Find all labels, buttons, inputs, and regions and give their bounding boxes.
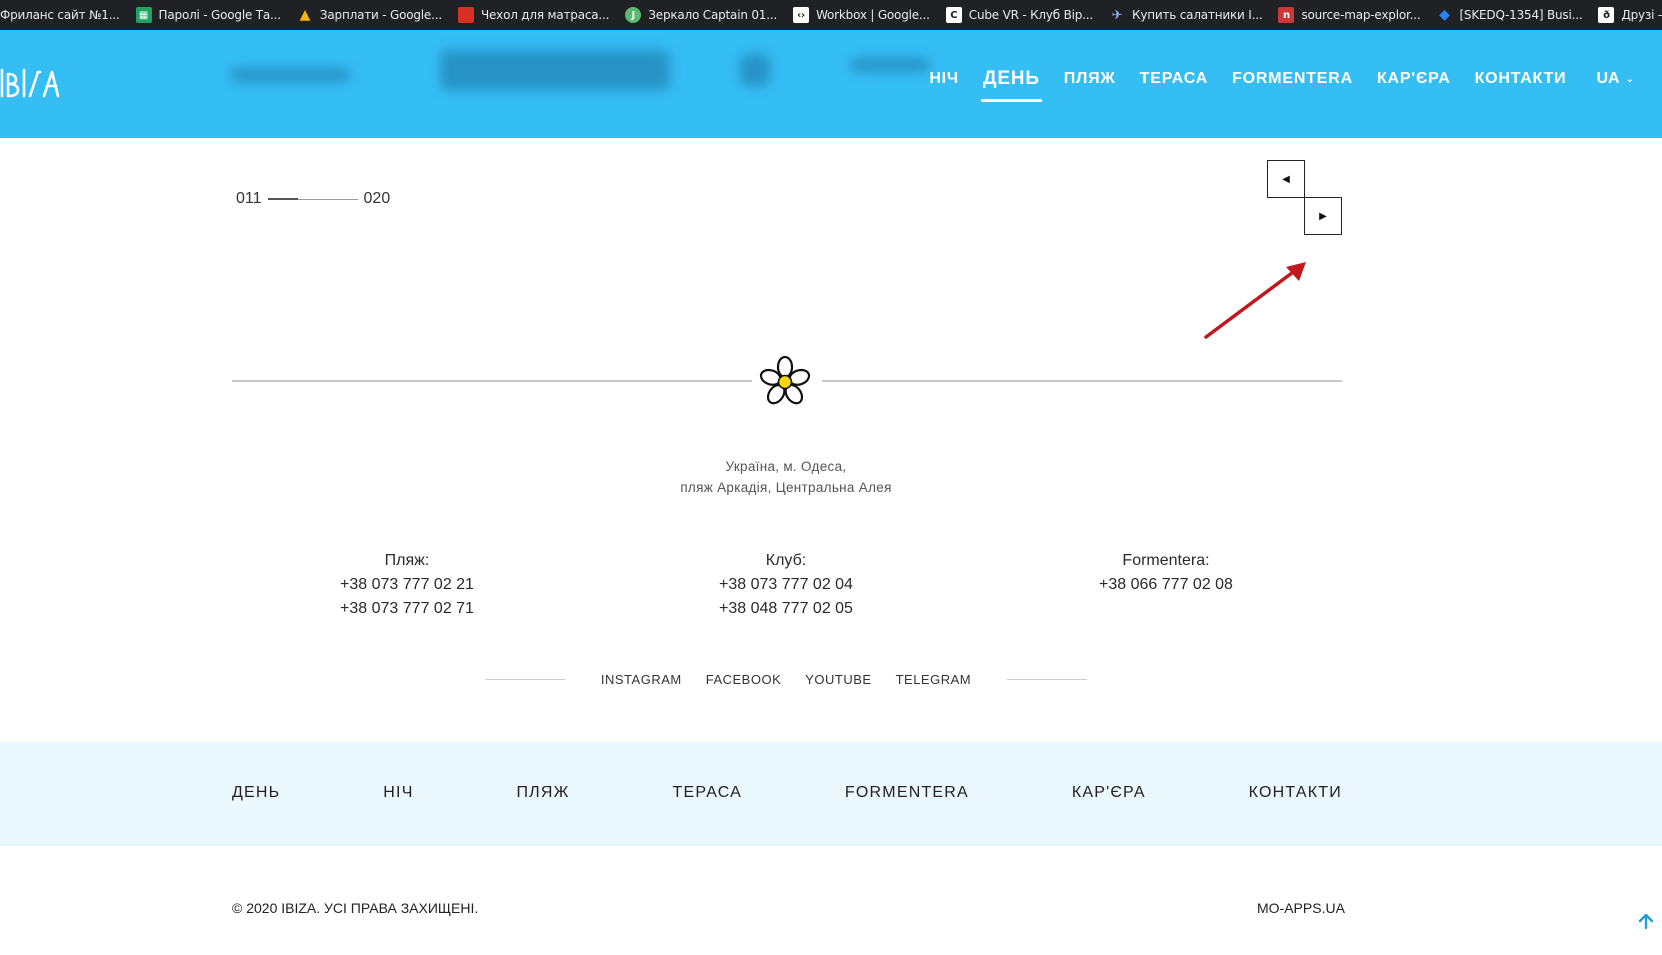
address-line-1: Україна, м. Одеса,	[725, 459, 847, 474]
footer-nav: ДЕНЬ НІЧ ПЛЯЖ ТЕРАСА FORMENTERA КАР'ЄРА …	[0, 742, 1662, 846]
cube-icon: C	[945, 7, 962, 23]
bookmark-9[interactable]: ◆ [SKEDQ-1354] Busi...	[1428, 0, 1590, 30]
contact-club: Клуб: +38 073 777 02 04 +38 048 777 02 0…	[646, 549, 926, 621]
ibiza-logo[interactable]	[0, 66, 60, 102]
instagram-link[interactable]: INSTAGRAM	[601, 672, 682, 687]
nav-career[interactable]: КАР'ЄРА	[1375, 64, 1453, 94]
captain-icon: J	[625, 7, 642, 23]
prev-slide-button[interactable]: ◀	[1267, 160, 1305, 198]
footer-nav-contacts[interactable]: КОНТАКТИ	[1249, 784, 1342, 802]
developer-credit-link[interactable]: MO-APPS.UA	[1257, 900, 1345, 916]
address-block: Україна, м. Одеса, пляж Аркадія, Централ…	[0, 456, 1572, 498]
phone-link[interactable]: +38 073 777 02 21	[267, 573, 547, 597]
arrow-up-icon[interactable]	[1637, 912, 1655, 930]
caret-right-icon: ▶	[1319, 210, 1327, 222]
footer-nav-day[interactable]: ДЕНЬ	[232, 784, 280, 802]
page-icon: ð	[1598, 7, 1615, 23]
chevron-down-icon: ⌄	[1625, 73, 1634, 85]
annotation-arrow-icon	[1204, 262, 1306, 339]
copyright-text: © 2020 IBIZA. УСІ ПРАВА ЗАХИЩЕНІ.	[232, 900, 479, 916]
bird-icon: ✈	[1111, 7, 1123, 23]
bookmark-1[interactable]: ▦ Паролі - Google Та...	[128, 0, 289, 30]
footer-nav-night[interactable]: НІЧ	[383, 784, 413, 802]
pager-from: 011	[236, 190, 262, 207]
contact-beach: Пляж: +38 073 777 02 21 +38 073 777 02 7…	[267, 549, 547, 621]
bookmark-7[interactable]: ✈ Купить салатники I...	[1101, 0, 1270, 30]
contact-formentera: Formentera: +38 066 777 02 08	[1026, 549, 1306, 597]
npm-icon: n	[1278, 7, 1295, 23]
address-line-2: пляж Аркадія, Центральна Алея	[680, 480, 892, 495]
footer-nav-formentera[interactable]: FORMENTERA	[845, 784, 969, 802]
bookmark-5[interactable]: ‹› Workbox | Google...	[785, 0, 938, 30]
nav-day[interactable]: ДЕНЬ	[980, 62, 1042, 102]
daisy-flower-icon	[759, 355, 811, 405]
telegram-link[interactable]: TELEGRAM	[896, 672, 972, 687]
bookmark-4[interactable]: J Зеркало Captain 01...	[617, 0, 785, 30]
phone-link[interactable]: +38 066 777 02 08	[1026, 573, 1306, 597]
phone-link[interactable]: +38 073 777 02 71	[267, 597, 547, 621]
drive-icon: ▲	[299, 7, 311, 23]
nav-contacts[interactable]: КОНТАКТИ	[1473, 64, 1569, 94]
nav-terrace[interactable]: ТЕРАСА	[1138, 64, 1210, 94]
social-links: INSTAGRAM FACEBOOK YOUTUBE TELEGRAM	[0, 672, 1572, 687]
bookmarks-bar: Фриланс сайт №1... ▦ Паролі - Google Та..…	[0, 0, 1662, 30]
contact-title: Клуб:	[765, 552, 807, 569]
language-label: UA	[1596, 70, 1620, 87]
pager-track	[267, 197, 358, 200]
pager-progress	[267, 197, 298, 200]
slide-pager: 011 020	[236, 190, 390, 208]
pager-to: 020	[363, 190, 391, 207]
bookmark-6[interactable]: C Cube VR - Клуб Вір...	[938, 0, 1101, 30]
divider-right	[822, 380, 1342, 382]
nav-formentera[interactable]: FORMENTERA	[1230, 64, 1355, 94]
facebook-link[interactable]: FACEBOOK	[706, 672, 782, 687]
site-header: НІЧ ДЕНЬ ПЛЯЖ ТЕРАСА FORMENTERA КАР'ЄРА …	[0, 30, 1662, 138]
caret-left-icon: ◀	[1282, 173, 1290, 185]
contact-title: Formentera:	[1122, 552, 1210, 569]
phone-link[interactable]: +38 048 777 02 05	[646, 597, 926, 621]
phone-link[interactable]: +38 073 777 02 04	[646, 573, 926, 597]
jira-icon: ◆	[1439, 7, 1450, 23]
bookmark-0[interactable]: Фриланс сайт №1...	[0, 0, 128, 30]
workbox-icon: ‹›	[793, 7, 810, 23]
bookmark-10[interactable]: ðДрузі - це сім'я, як...	[1590, 0, 1662, 30]
footer-nav-terrace[interactable]: ТЕРАСА	[673, 784, 742, 802]
folder-icon	[457, 7, 474, 23]
contact-title: Пляж:	[384, 552, 430, 569]
bookmark-2[interactable]: ▲ Зарплати - Google...	[289, 0, 450, 30]
bookmark-8[interactable]: n source-map-explor...	[1270, 0, 1428, 30]
footer-nav-career[interactable]: КАР'ЄРА	[1072, 784, 1146, 802]
youtube-link[interactable]: YOUTUBE	[805, 672, 871, 687]
social-divider-right	[1007, 679, 1088, 680]
nav-beach[interactable]: ПЛЯЖ	[1062, 64, 1118, 94]
sheets-icon: ▦	[135, 7, 152, 23]
divider-left	[232, 380, 752, 382]
social-divider-left	[484, 679, 565, 680]
language-selector[interactable]: UA ⌄	[1597, 70, 1635, 88]
next-slide-button[interactable]: ▶	[1304, 197, 1342, 235]
nav-night[interactable]: НІЧ	[927, 64, 961, 94]
main-nav: НІЧ ДЕНЬ ПЛЯЖ ТЕРАСА FORMENTERA КАР'ЄРА …	[907, 62, 1635, 102]
footer-nav-beach[interactable]: ПЛЯЖ	[516, 784, 569, 802]
bookmark-3[interactable]: Чехол для матраса...	[450, 0, 617, 30]
